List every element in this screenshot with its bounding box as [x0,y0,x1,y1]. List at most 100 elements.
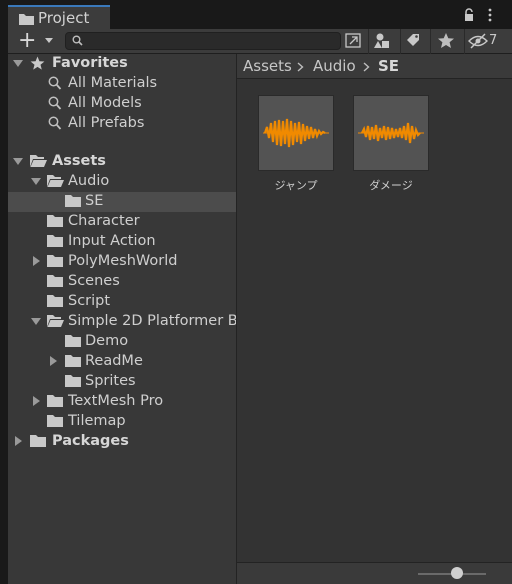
asset-name: ダメージ [369,179,413,192]
tree-item-sprites[interactable]: Sprites [8,372,236,392]
audio-waveform-icon [358,122,424,144]
asset-name: ジャンプ [274,179,318,192]
tree-item-se[interactable]: SE [8,192,236,212]
chevron-right-icon [297,62,304,72]
expand-arrow-icon[interactable] [13,60,23,67]
folder-open-icon [47,315,64,327]
toolbar-divider [430,29,431,54]
tree-label: TextMesh Pro [68,393,164,409]
folder-icon [65,335,81,347]
favorites-label: Favorites [52,55,128,71]
asset-audio-clip[interactable]: ジャンプ [258,95,334,195]
folder-icon [47,255,63,267]
search-field[interactable] [65,32,341,50]
search-icon [48,76,62,90]
audio-thumbnail [353,95,429,171]
filter-by-type-icon[interactable] [372,31,394,51]
tree-item-character[interactable]: Character [8,212,236,232]
filter-by-label-icon[interactable] [402,31,424,51]
asset-browser: Assets Audio SE ジャンプ ダメージ [237,54,512,584]
tree-label: Tilemap [68,413,126,429]
favorite-item[interactable]: All Models [8,94,236,114]
chevron-down-icon [45,38,53,43]
breadcrumb-item-audio[interactable]: Audio [313,57,356,75]
search-icon [48,116,62,130]
breadcrumb-item-se[interactable]: SE [378,57,399,75]
toolbar-divider [400,29,401,54]
folder-icon [47,215,63,227]
folder-icon [47,235,63,247]
star-icon[interactable] [435,31,457,51]
tree-item-demo[interactable]: Demo [8,332,236,352]
favorite-label: All Materials [68,75,158,91]
search-by-type-icon[interactable] [343,31,365,51]
expand-arrow-icon[interactable] [31,178,41,185]
tab-project[interactable]: Project [8,5,110,29]
folder-open-icon [30,155,47,167]
folder-icon [65,355,81,367]
favorite-label: All Models [68,95,142,111]
tree-item-input-action[interactable]: Input Action [8,232,236,252]
tree-label: SE [85,193,104,209]
toolbar-divider [368,29,369,54]
favorite-label: All Prefabs [68,115,145,131]
collapsed-arrow-icon[interactable] [50,356,57,366]
asset-audio-clip[interactable]: ダメージ [353,95,429,195]
tree-item-scenes[interactable]: Scenes [8,272,236,292]
tree-item-tilemap[interactable]: Tilemap [8,412,236,432]
zoom-slider-handle[interactable] [451,567,463,579]
tab-strip: Project [0,0,512,29]
tab-title: Project [38,9,90,27]
tree-label: Script [68,293,111,309]
tree-item-assets[interactable]: Assets [8,152,236,172]
tree-label: Audio [68,173,110,189]
plus-icon: + [18,28,37,53]
tree-label: Demo [85,333,129,349]
tree-label: Sprites [85,373,136,389]
collapsed-arrow-icon[interactable] [33,256,40,266]
tree-label: PolyMeshWorld [68,253,178,269]
tree-item-polymeshworld[interactable]: PolyMeshWorld [8,252,236,272]
tree-label: ReadMe [85,353,143,369]
audio-thumbnail [258,95,334,171]
toolbar-divider [464,29,465,54]
folder-icon [47,395,63,407]
tree-label: Character [68,213,140,229]
folder-icon [65,375,81,387]
breadcrumb-item-assets[interactable]: Assets [243,57,292,75]
tree-label: Scenes [68,273,120,289]
audio-waveform-icon [263,118,329,148]
collapsed-arrow-icon[interactable] [15,436,22,446]
add-button[interactable]: + [16,28,56,53]
search-input[interactable] [88,33,338,49]
tree-label: Simple 2D Platformer BI [68,313,237,329]
project-tree: Favorites All Materials All Models All P… [8,54,237,584]
tree-item-audio[interactable]: Audio [8,172,236,192]
favorite-item[interactable]: All Prefabs [8,114,236,134]
expand-arrow-icon[interactable] [31,318,41,325]
hidden-packages-count: 7 [489,33,498,48]
folder-icon [30,435,46,447]
search-icon [72,35,83,46]
eye-hidden-icon[interactable] [467,31,489,51]
folder-icon [47,295,63,307]
tree-item-textmesh-pro[interactable]: TextMesh Pro [8,392,236,412]
folder-icon [47,275,63,287]
expand-arrow-icon[interactable] [13,158,23,165]
tree-item-simple-2d-platformer[interactable]: Simple 2D Platformer BI [8,312,237,332]
folder-icon [47,415,63,427]
lock-icon[interactable] [463,8,475,22]
tree-item-script[interactable]: Script [8,292,236,312]
tree-item-favorites[interactable]: Favorites [8,54,236,74]
tree-item-readme[interactable]: ReadMe [8,352,236,372]
breadcrumb: Assets Audio SE [237,54,512,79]
favorite-item[interactable]: All Materials [8,74,236,94]
star-icon [30,56,45,70]
kebab-menu-icon[interactable] [487,8,493,22]
tree-item-packages[interactable]: Packages [8,432,236,452]
search-icon [48,96,62,110]
collapsed-arrow-icon[interactable] [33,396,40,406]
folder-open-icon [47,175,64,187]
toolbar: + 7 [8,28,512,54]
tree-label: Input Action [68,233,156,249]
